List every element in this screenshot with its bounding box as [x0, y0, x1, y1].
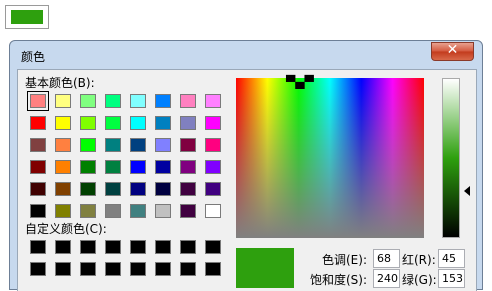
- basic-color-swatch[interactable]: [55, 138, 71, 152]
- basic-color-swatch[interactable]: [180, 94, 196, 108]
- green-label: 绿(G):: [402, 273, 437, 287]
- color-dialog: 颜色 ✕ 基本颜色(B): 自定义颜色(C): ▀▄▀ 色调(E): 68 红(…: [9, 40, 483, 291]
- basic-color-swatch[interactable]: [105, 138, 121, 152]
- custom-color-swatch[interactable]: [80, 262, 96, 276]
- custom-color-swatch[interactable]: [30, 262, 46, 276]
- basic-color-swatch[interactable]: [155, 204, 171, 218]
- basic-color-swatch[interactable]: [155, 116, 171, 130]
- basic-color-swatch[interactable]: [130, 182, 146, 196]
- green-input[interactable]: 153: [438, 269, 465, 288]
- custom-color-swatch[interactable]: [130, 262, 146, 276]
- basic-color-swatch[interactable]: [80, 204, 96, 218]
- red-label: 红(R):: [402, 253, 436, 267]
- basic-color-swatch[interactable]: [80, 138, 96, 152]
- basic-color-swatch[interactable]: [205, 160, 221, 174]
- basic-colors-label: 基本颜色(B):: [25, 76, 95, 90]
- current-color-swatch[interactable]: [5, 5, 49, 29]
- current-color-fill: [11, 10, 43, 24]
- hue-input[interactable]: 68: [373, 249, 400, 268]
- basic-color-swatch[interactable]: [155, 182, 171, 196]
- basic-color-swatch[interactable]: [105, 94, 121, 108]
- basic-color-swatch[interactable]: [80, 94, 96, 108]
- basic-color-swatch[interactable]: [130, 116, 146, 130]
- basic-color-swatch[interactable]: [155, 138, 171, 152]
- basic-color-swatch[interactable]: [130, 160, 146, 174]
- custom-color-swatch[interactable]: [55, 262, 71, 276]
- basic-color-swatch[interactable]: [205, 138, 221, 152]
- close-icon: ✕: [446, 42, 459, 58]
- basic-color-swatch[interactable]: [205, 182, 221, 196]
- basic-color-swatch[interactable]: [30, 204, 46, 218]
- basic-color-swatch[interactable]: [180, 182, 196, 196]
- basic-color-swatch[interactable]: [105, 182, 121, 196]
- basic-color-swatch[interactable]: [30, 138, 46, 152]
- basic-color-swatch[interactable]: [30, 182, 46, 196]
- basic-color-swatch[interactable]: [27, 91, 49, 111]
- custom-color-swatch[interactable]: [205, 240, 221, 254]
- saturation-input[interactable]: 240: [373, 269, 400, 288]
- luminance-slider[interactable]: [442, 78, 460, 238]
- color-preview: [236, 248, 294, 288]
- red-input[interactable]: 45: [438, 249, 465, 268]
- basic-color-swatch[interactable]: [30, 160, 46, 174]
- basic-color-swatch[interactable]: [180, 160, 196, 174]
- basic-color-swatch[interactable]: [55, 160, 71, 174]
- basic-colors-grid: [27, 91, 221, 218]
- basic-color-swatch[interactable]: [180, 116, 196, 130]
- basic-color-swatch[interactable]: [105, 116, 121, 130]
- basic-color-swatch[interactable]: [55, 116, 71, 130]
- custom-color-swatch[interactable]: [55, 240, 71, 254]
- dialog-client-area: 基本颜色(B): 自定义颜色(C): ▀▄▀ 色调(E): 68 红(R): 4…: [17, 69, 477, 291]
- basic-color-swatch[interactable]: [105, 160, 121, 174]
- custom-color-swatch[interactable]: [180, 240, 196, 254]
- basic-color-swatch[interactable]: [30, 116, 46, 130]
- custom-colors-label: 自定义颜色(C):: [25, 222, 107, 236]
- custom-color-swatch[interactable]: [30, 240, 46, 254]
- close-button[interactable]: ✕: [431, 42, 474, 61]
- basic-color-swatch[interactable]: [180, 204, 196, 218]
- custom-color-swatch[interactable]: [155, 240, 171, 254]
- saturation-label: 饱和度(S):: [310, 273, 368, 287]
- basic-color-swatch[interactable]: [205, 204, 221, 218]
- basic-color-swatch[interactable]: [80, 116, 96, 130]
- custom-color-swatch[interactable]: [80, 240, 96, 254]
- basic-color-swatch[interactable]: [55, 94, 71, 108]
- custom-color-swatch[interactable]: [130, 240, 146, 254]
- basic-color-swatch[interactable]: [55, 204, 71, 218]
- custom-color-swatch[interactable]: [205, 262, 221, 276]
- basic-color-swatch[interactable]: [80, 182, 96, 196]
- custom-color-swatch[interactable]: [155, 262, 171, 276]
- basic-color-swatch[interactable]: [180, 138, 196, 152]
- crosshair-icon: ▀▄▀: [286, 75, 314, 89]
- basic-color-swatch[interactable]: [130, 204, 146, 218]
- luminance-arrow-icon[interactable]: [464, 186, 470, 196]
- title-bar: 颜色 ✕: [10, 41, 482, 69]
- basic-color-swatch[interactable]: [105, 204, 121, 218]
- custom-color-swatch[interactable]: [105, 262, 121, 276]
- dialog-title: 颜色: [21, 50, 46, 64]
- custom-color-swatch[interactable]: [180, 262, 196, 276]
- basic-color-swatch[interactable]: [155, 160, 171, 174]
- basic-color-swatch[interactable]: [205, 94, 221, 108]
- basic-color-swatch[interactable]: [130, 94, 146, 108]
- hue-label: 色调(E):: [322, 253, 367, 267]
- basic-color-swatch[interactable]: [130, 138, 146, 152]
- custom-color-swatch[interactable]: [105, 240, 121, 254]
- basic-color-swatch[interactable]: [205, 116, 221, 130]
- basic-color-swatch[interactable]: [80, 160, 96, 174]
- custom-colors-grid: [30, 240, 221, 276]
- basic-color-swatch[interactable]: [155, 94, 171, 108]
- basic-color-swatch[interactable]: [55, 182, 71, 196]
- color-spectrum[interactable]: ▀▄▀: [236, 75, 424, 238]
